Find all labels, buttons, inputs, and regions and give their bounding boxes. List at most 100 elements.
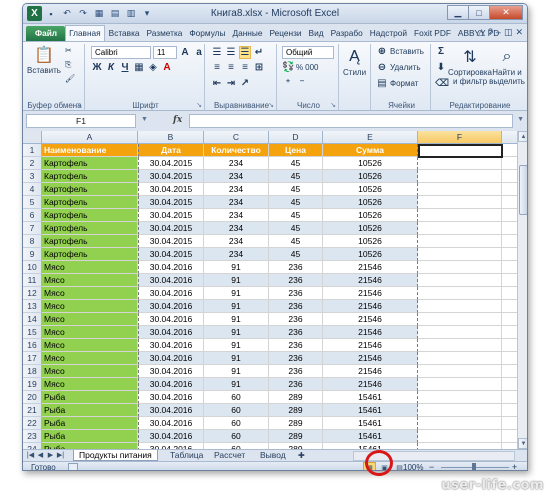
copy-icon[interactable]: ⎘	[65, 60, 71, 70]
cell-name[interactable]: Рыба	[42, 391, 138, 404]
format-cells-button[interactable]: ▤ Формат	[376, 78, 418, 89]
cell-price[interactable]: 236	[269, 326, 323, 339]
italic-button[interactable]: К	[105, 62, 117, 73]
cell-empty[interactable]	[502, 339, 517, 352]
tab-addins[interactable]: Надстрой	[366, 26, 410, 41]
cell-quantity[interactable]: 91	[204, 339, 269, 352]
orientation-icon[interactable]: ↗	[239, 78, 251, 89]
cell-name[interactable]: Мясо	[42, 313, 138, 326]
cell-date[interactable]: 30.04.2015	[138, 170, 204, 183]
cell-empty[interactable]	[502, 404, 517, 417]
cell-empty[interactable]	[418, 326, 502, 339]
cell-price[interactable]: 289	[269, 417, 323, 430]
cell-price[interactable]: 236	[269, 352, 323, 365]
underline-button[interactable]: Ч	[119, 62, 131, 73]
row-header[interactable]: 7	[23, 222, 42, 235]
font-color-icon[interactable]: A	[161, 62, 173, 73]
cell-date[interactable]: 30.04.2015	[138, 183, 204, 196]
cell-date[interactable]: 30.04.2016	[138, 300, 204, 313]
cell-date[interactable]: 30.04.2015	[138, 248, 204, 261]
cell-empty[interactable]	[502, 352, 517, 365]
cell-date[interactable]: 30.04.2016	[138, 339, 204, 352]
cell-quantity[interactable]: 234	[204, 209, 269, 222]
cell-sum[interactable]: 15461	[323, 417, 418, 430]
worksheet-grid[interactable]: A B C D E F G 1 Наименование Дата Количе…	[23, 131, 517, 449]
shrink-font-icon[interactable]: a	[193, 47, 205, 58]
cell-price[interactable]: 45	[269, 196, 323, 209]
column-header-b[interactable]: B	[138, 131, 204, 144]
cell-sum[interactable]: 21546	[323, 300, 418, 313]
cell-empty[interactable]	[418, 365, 502, 378]
cell-quantity[interactable]: 91	[204, 352, 269, 365]
cell-name[interactable]: Мясо	[42, 378, 138, 391]
cell-empty[interactable]	[502, 183, 517, 196]
cell-date[interactable]: 30.04.2016	[138, 287, 204, 300]
delete-cells-button[interactable]: ⊖ Удалить	[376, 62, 421, 73]
scroll-down-icon[interactable]: ▼	[518, 438, 527, 449]
cell-price[interactable]: 45	[269, 235, 323, 248]
cell-sum[interactable]: 10526	[323, 170, 418, 183]
header-cell-sum[interactable]: Сумма	[323, 144, 418, 157]
cell-price[interactable]: 236	[269, 365, 323, 378]
cell-date[interactable]: 30.04.2016	[138, 417, 204, 430]
increase-decimal-icon[interactable]: ⁺	[282, 78, 294, 89]
cell-empty[interactable]	[502, 196, 517, 209]
row-header[interactable]: 22	[23, 417, 42, 430]
tab-review[interactable]: Рецензи	[265, 26, 304, 41]
cell-date[interactable]: 30.04.2015	[138, 235, 204, 248]
cell-empty[interactable]	[418, 274, 502, 287]
expand-formula-bar-icon[interactable]: ▼	[517, 116, 524, 123]
cell-quantity[interactable]: 234	[204, 196, 269, 209]
font-launcher-icon[interactable]: ↘	[196, 101, 202, 109]
column-header-a[interactable]: A	[42, 131, 138, 144]
cell-sum[interactable]: 21546	[323, 313, 418, 326]
row-header[interactable]: 10	[23, 261, 42, 274]
clear-icon[interactable]: ⌫	[435, 78, 449, 89]
decrease-indent-icon[interactable]: ⇤	[211, 78, 223, 89]
cell-name[interactable]: Мясо	[42, 326, 138, 339]
align-center-icon[interactable]: ≡	[225, 62, 237, 73]
cell-sum[interactable]: 10526	[323, 248, 418, 261]
cell-price[interactable]: 236	[269, 274, 323, 287]
cell-empty[interactable]	[418, 391, 502, 404]
cell-sum[interactable]: 15461	[323, 391, 418, 404]
tab-foxit-pdf[interactable]: Foxit PDF	[410, 26, 454, 41]
cell-empty[interactable]	[418, 339, 502, 352]
cell-name[interactable]: Рыба	[42, 417, 138, 430]
cell-sum[interactable]: 21546	[323, 287, 418, 300]
doc-minimize-icon[interactable]: –	[496, 27, 501, 38]
cell-date[interactable]: 30.04.2015	[138, 209, 204, 222]
cell-sum[interactable]: 10526	[323, 222, 418, 235]
cell-empty[interactable]	[502, 391, 517, 404]
cell-empty[interactable]	[502, 235, 517, 248]
cell-quantity[interactable]: 91	[204, 326, 269, 339]
name-box-dropdown-icon[interactable]: ▼	[141, 116, 148, 123]
tab-file[interactable]: Файл	[26, 26, 66, 41]
align-top-icon[interactable]: ☰	[211, 47, 223, 58]
cell-empty[interactable]	[502, 157, 517, 170]
column-header-f[interactable]: F	[418, 131, 502, 144]
cell-sum[interactable]: 21546	[323, 339, 418, 352]
cell-sum[interactable]: 10526	[323, 209, 418, 222]
cell-empty[interactable]	[418, 183, 502, 196]
column-header-d[interactable]: D	[269, 131, 323, 144]
cell-quantity[interactable]: 234	[204, 183, 269, 196]
cell-name[interactable]: Мясо	[42, 274, 138, 287]
row-header[interactable]: 9	[23, 248, 42, 261]
cell-price[interactable]: 45	[269, 222, 323, 235]
row-header[interactable]: 14	[23, 313, 42, 326]
last-sheet-icon[interactable]: ▶|	[56, 451, 65, 461]
cell-date[interactable]: 30.04.2016	[138, 404, 204, 417]
macro-record-icon[interactable]	[68, 463, 78, 470]
format-painter-icon[interactable]: 🖌	[65, 74, 75, 83]
cell-empty[interactable]	[502, 417, 517, 430]
row-header[interactable]: 18	[23, 365, 42, 378]
cut-icon[interactable]: ✂	[65, 46, 72, 55]
cell-sum[interactable]: 15461	[323, 404, 418, 417]
cell-date[interactable]: 30.04.2015	[138, 222, 204, 235]
cell-empty[interactable]	[502, 313, 517, 326]
cell-sum[interactable]: 15461	[323, 430, 418, 443]
column-header-c[interactable]: C	[204, 131, 269, 144]
tab-insert[interactable]: Вставка	[105, 26, 143, 41]
cell-quantity[interactable]: 91	[204, 365, 269, 378]
